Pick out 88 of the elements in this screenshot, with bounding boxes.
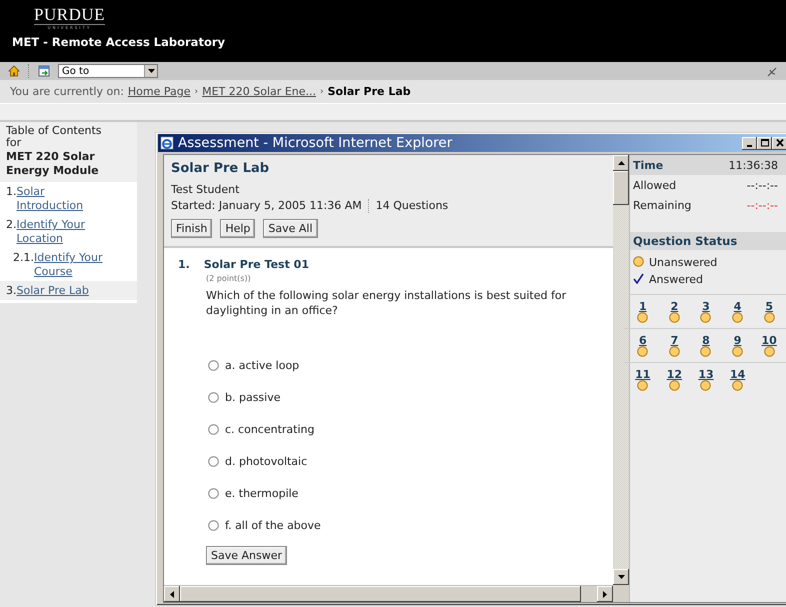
toolbar-button[interactable]: Save All (263, 219, 318, 238)
question-count: 14 Questions (376, 198, 448, 214)
site-title: MET - Remote Access Laboratory (12, 35, 226, 49)
save-answer-button[interactable]: Save Answer (206, 546, 288, 565)
question-link[interactable]: 13 (698, 369, 714, 380)
toolbar-button[interactable]: Finish (171, 219, 212, 238)
question-points: (2 point(s)) (206, 274, 252, 283)
breadcrumb-prefix: You are currently on: (10, 85, 124, 98)
assessment-title: Solar Pre Lab (171, 161, 270, 176)
toc-item[interactable]: 2.Identify Your Location (0, 215, 137, 248)
start-time: Started: January 5, 2005 11:36 AM (171, 198, 362, 214)
toolbar-button[interactable]: Help (220, 219, 256, 238)
breadcrumb-separator: › (194, 86, 198, 96)
option-label: d. photovoltaic (225, 454, 308, 469)
goto-dropdown[interactable]: Go to (58, 64, 158, 78)
toc-item[interactable]: 2.1.Identify Your Course (0, 248, 137, 281)
question-link[interactable]: 14 (730, 369, 746, 380)
question-link[interactable]: 4 (734, 301, 742, 312)
option-label: f. all of the above (225, 518, 321, 533)
scroll-left-icon[interactable] (170, 590, 174, 598)
scroll-thumb[interactable] (613, 171, 629, 205)
question-link[interactable]: 11 (635, 369, 650, 380)
maximize-icon[interactable] (760, 138, 770, 148)
question-link[interactable]: 1 (638, 301, 647, 312)
time-heading: Time (633, 158, 664, 172)
question-link[interactable]: 5 (765, 301, 774, 312)
maximize-button[interactable] (757, 136, 772, 150)
question-link[interactable]: 10 (762, 335, 777, 346)
toc-link[interactable]: Solar Introduction (16, 185, 107, 213)
scroll-thumb[interactable] (180, 586, 581, 602)
scroll-down-icon[interactable] (618, 575, 624, 579)
question-link[interactable]: 9 (734, 335, 742, 346)
question-link[interactable]: 6 (638, 335, 647, 346)
legend-label: Answered (649, 273, 704, 286)
toc-heading: Table of Contents for (6, 125, 103, 149)
radio-button[interactable] (208, 424, 219, 435)
minimize-button[interactable] (742, 136, 757, 150)
time-label: Remaining (633, 198, 692, 212)
breadcrumb-current: Solar Pre Lab (328, 85, 411, 98)
vertical-scrollbar[interactable] (613, 155, 629, 585)
breadcrumb-separator: › (320, 86, 324, 96)
course-title: MET 220 Solar Energy Module (6, 150, 100, 178)
toc-link[interactable]: Solar Pre Lab (16, 284, 89, 298)
item-number: 1. (6, 185, 16, 200)
toc-link[interactable]: Identify Your Course (34, 251, 107, 279)
close-button[interactable] (772, 136, 786, 150)
question-title: Solar Pre Test 01 (204, 258, 309, 271)
radio-button[interactable] (208, 488, 219, 499)
question-link[interactable]: 3 (702, 301, 710, 312)
question-text: Which of the following solar energy installations is best suited for daylighting in an office? (206, 288, 568, 318)
breadcrumb-link[interactable]: MET 220 Solar Ene... (202, 85, 316, 98)
time-value: --:--:-- (746, 178, 778, 192)
question-link[interactable]: 8 (702, 335, 710, 346)
toc-item[interactable]: 1.Solar Introduction (0, 182, 137, 215)
time-label: Allowed (633, 178, 676, 192)
time-value: --:--:-- (746, 198, 778, 212)
time-value: 11:36:38 (728, 158, 778, 172)
item-number: 2.1. (13, 251, 34, 266)
question-link[interactable]: 2 (670, 301, 678, 312)
option-label: c. concentrating (225, 422, 314, 437)
toc-item[interactable]: 3.Solar Pre Lab (0, 281, 137, 300)
scroll-right-icon[interactable] (603, 590, 607, 598)
window-title: Assessment - Microsoft Internet Explorer (178, 135, 454, 151)
student-name: Test Student (171, 182, 240, 198)
item-number: 2. (6, 218, 16, 233)
radio-button[interactable] (208, 360, 219, 371)
legend-label: Unanswered (649, 256, 718, 269)
section-heading: Question Status (630, 232, 786, 250)
option-label: b. passive (225, 390, 280, 405)
logo-text: PURDUE (34, 6, 106, 25)
question-link[interactable]: 12 (666, 369, 682, 380)
close-icon[interactable] (774, 138, 784, 148)
breadcrumb-link[interactable]: Home Page (128, 85, 191, 98)
home-icon[interactable] (8, 65, 20, 77)
item-number: 3. (6, 284, 16, 298)
option-label: a. active loop (225, 358, 300, 373)
question-link[interactable]: 7 (670, 335, 678, 346)
option-label: e. thermopile (225, 486, 298, 501)
caret-icon[interactable] (148, 69, 154, 73)
radio-button[interactable] (208, 392, 219, 403)
horizontal-scrollbar[interactable] (164, 585, 613, 602)
browser-icon (160, 136, 174, 150)
calendar-icon[interactable] (38, 65, 50, 77)
scroll-up-icon[interactable] (618, 161, 624, 165)
question-number: 1. (178, 258, 190, 271)
radio-button[interactable] (208, 456, 219, 467)
toc-link[interactable]: Identify Your Location (16, 218, 107, 246)
radio-button[interactable] (208, 520, 219, 531)
